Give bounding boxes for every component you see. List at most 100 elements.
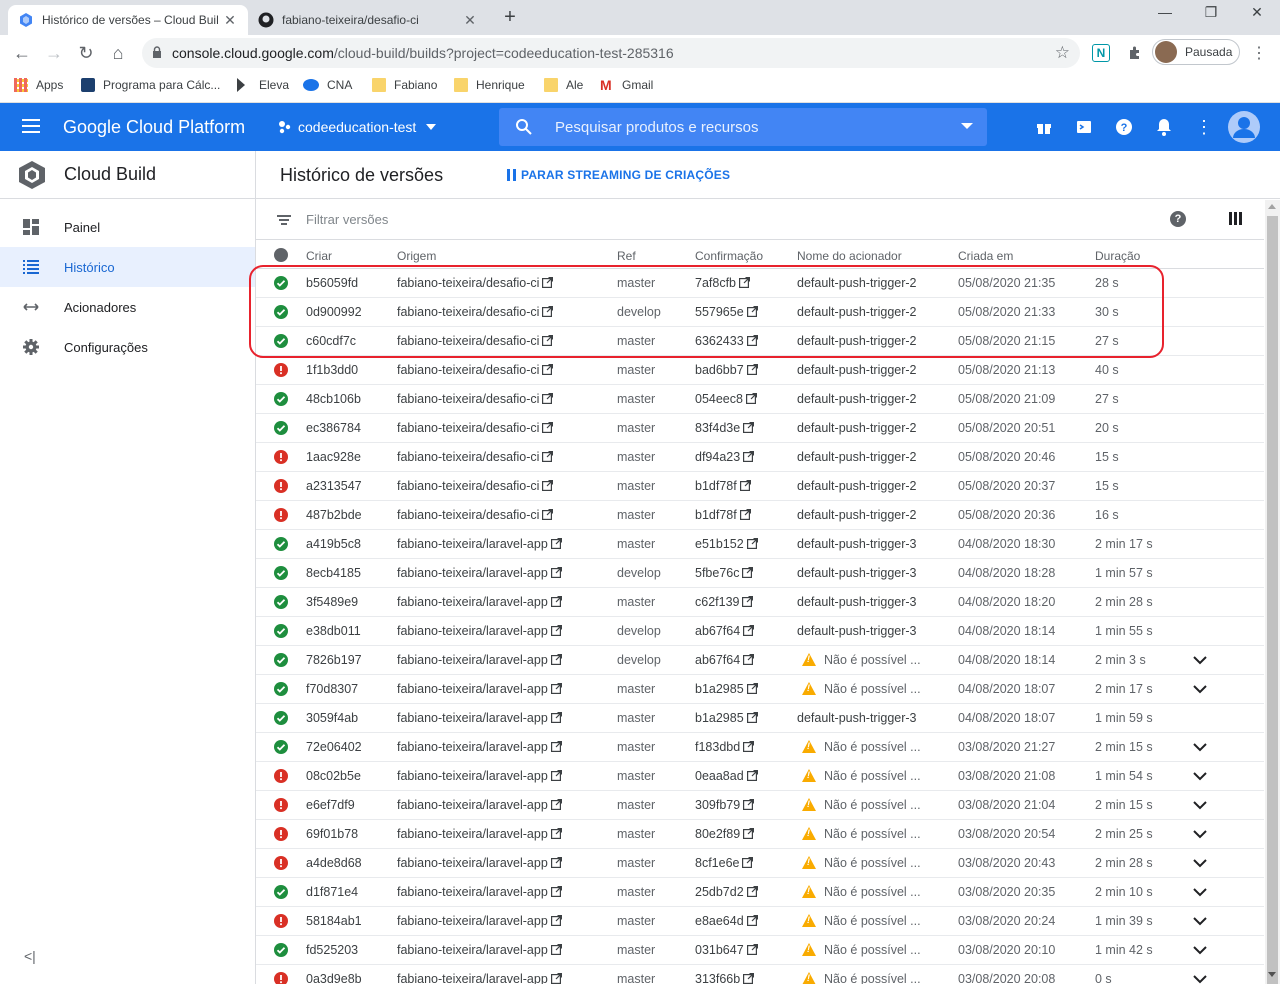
table-row[interactable]: a4de8d68 fabiano-teixeira/laravel-app mast… [256, 849, 1264, 878]
build-id-link[interactable]: 487b2bde [306, 508, 362, 522]
trigger-cell[interactable]: default-push-trigger-2 [797, 276, 917, 290]
commit-link[interactable]: 313f66b [695, 972, 755, 984]
build-id-link[interactable]: 3f5489e9 [306, 595, 358, 609]
commit-link[interactable]: e8ae64d [695, 914, 758, 928]
build-id-link[interactable]: ec386784 [306, 421, 361, 435]
col-build[interactable]: Criar [306, 249, 332, 263]
build-id-link[interactable]: 0a3d9e8b [306, 972, 362, 984]
gift-icon[interactable] [1034, 117, 1054, 137]
commit-link[interactable]: 031b647 [695, 943, 758, 957]
bookmark-star-icon[interactable]: ☆ [1055, 43, 1070, 63]
build-id-link[interactable]: 3059f4ab [306, 711, 358, 725]
trigger-cell[interactable]: default-push-trigger-2 [797, 479, 917, 493]
trigger-cell[interactable]: default-push-trigger-2 [797, 421, 917, 435]
table-row[interactable]: 7826b197 fabiano-teixeira/laravel-app deve… [256, 646, 1264, 675]
cloud-shell-icon[interactable] [1074, 117, 1094, 137]
bookmark-ale[interactable]: Ale [544, 78, 583, 92]
hamburger-menu-icon[interactable] [22, 119, 40, 133]
trigger-cell[interactable]: default-push-trigger-2 [797, 363, 917, 377]
commit-link[interactable]: e51b152 [695, 537, 758, 551]
build-id-link[interactable]: fd525203 [306, 943, 358, 957]
source-link[interactable]: fabiano-teixeira/desafio-ci [397, 421, 554, 435]
source-link[interactable]: fabiano-teixeira/laravel-app [397, 682, 562, 696]
build-id-link[interactable]: 69f01b78 [306, 827, 358, 841]
bookmark-eleva[interactable]: Eleva [237, 78, 289, 92]
trigger-cell[interactable]: default-push-trigger-2 [797, 334, 917, 348]
reload-icon[interactable]: ↻ [74, 41, 98, 65]
commit-link[interactable]: 7af8cfb [695, 276, 751, 290]
commit-link[interactable]: 5fbe76c [695, 566, 754, 580]
table-row[interactable]: 72e06402 fabiano-teixeira/laravel-app mast… [256, 733, 1264, 762]
table-row[interactable]: fd525203 fabiano-teixeira/laravel-app mast… [256, 936, 1264, 965]
build-id-link[interactable]: 1aac928e [306, 450, 361, 464]
profile-button[interactable]: Pausada [1152, 39, 1240, 65]
chevron-down-icon[interactable] [1192, 768, 1208, 784]
col-duration[interactable]: Duração [1095, 249, 1140, 263]
commit-link[interactable]: c62f139 [695, 595, 754, 609]
commit-link[interactable]: df94a23 [695, 450, 755, 464]
chevron-down-icon[interactable] [1192, 913, 1208, 929]
build-id-link[interactable]: 48cb106b [306, 392, 361, 406]
bookmark-programa[interactable]: Programa para Cálc... [81, 78, 220, 92]
col-commit[interactable]: Confirmação [695, 249, 763, 263]
trigger-cell[interactable]: default-push-trigger-2 [797, 305, 917, 319]
table-row[interactable]: e38db011 fabiano-teixeira/laravel-app deve… [256, 617, 1264, 646]
source-link[interactable]: fabiano-teixeira/laravel-app [397, 711, 562, 725]
commit-link[interactable]: 309fb79 [695, 798, 755, 812]
source-link[interactable]: fabiano-teixeira/laravel-app [397, 740, 562, 754]
search-dropdown-icon[interactable] [961, 123, 973, 129]
project-selector[interactable]: codeeducation-test [278, 119, 437, 135]
scrollbar-thumb[interactable] [1267, 216, 1278, 984]
table-row[interactable]: c60cdf7c fabiano-teixeira/desafio-ci maste… [256, 327, 1264, 356]
chevron-down-icon[interactable] [1192, 971, 1208, 984]
chevron-down-icon[interactable] [1192, 681, 1208, 697]
commit-link[interactable]: 6362433 [695, 334, 758, 348]
extension-n-icon[interactable]: N [1092, 44, 1110, 62]
table-row[interactable]: a419b5c8 fabiano-teixeira/laravel-app mast… [256, 530, 1264, 559]
commit-link[interactable]: ab67f64 [695, 653, 755, 667]
table-row[interactable]: 1aac928e fabiano-teixeira/desafio-ci maste… [256, 443, 1264, 472]
table-row[interactable]: 3f5489e9 fabiano-teixeira/laravel-app mast… [256, 588, 1264, 617]
bookmark-cna[interactable]: CNA [303, 78, 352, 92]
commit-link[interactable]: 0eaa8ad [695, 769, 758, 783]
column-display-icon[interactable] [1229, 212, 1242, 225]
trigger-cell[interactable]: default-push-trigger-3 [797, 711, 917, 725]
build-id-link[interactable]: f70d8307 [306, 682, 358, 696]
commit-link[interactable]: b1df78f [695, 508, 751, 522]
commit-link[interactable]: 054eec8 [695, 392, 757, 406]
build-id-link[interactable]: 08c02b5e [306, 769, 361, 783]
source-link[interactable]: fabiano-teixeira/laravel-app [397, 885, 562, 899]
source-link[interactable]: fabiano-teixeira/laravel-app [397, 595, 562, 609]
build-id-link[interactable]: a2313547 [306, 479, 362, 493]
build-id-link[interactable]: b56059fd [306, 276, 358, 290]
build-id-link[interactable]: 1f1b3dd0 [306, 363, 358, 377]
help-icon[interactable]: ? [1170, 211, 1186, 227]
close-window-icon[interactable]: ✕ [1242, 4, 1272, 21]
browser-tab-cloud-build[interactable]: Histórico de versões – Cloud Buil ✕ [8, 5, 248, 35]
trigger-cell[interactable]: default-push-trigger-2 [797, 392, 917, 406]
notifications-bell-icon[interactable] [1154, 117, 1174, 137]
col-source[interactable]: Origem [397, 249, 436, 263]
source-link[interactable]: fabiano-teixeira/laravel-app [397, 856, 562, 870]
commit-link[interactable]: b1df78f [695, 479, 751, 493]
new-tab-button[interactable]: + [498, 6, 522, 29]
commit-link[interactable]: 80e2f89 [695, 827, 755, 841]
build-id-link[interactable]: 7826b197 [306, 653, 362, 667]
col-ref[interactable]: Ref [617, 249, 636, 263]
commit-link[interactable]: bad6bb7 [695, 363, 758, 377]
close-tab-icon[interactable]: ✕ [462, 12, 478, 29]
trigger-cell[interactable]: default-push-trigger-3 [797, 595, 917, 609]
source-link[interactable]: fabiano-teixeira/laravel-app [397, 653, 562, 667]
bookmark-gmail[interactable]: M Gmail [600, 78, 653, 92]
build-id-link[interactable]: e6ef7df9 [306, 798, 355, 812]
restore-icon[interactable]: ❐ [1196, 4, 1226, 21]
sidebar-item-painel[interactable]: Painel [0, 207, 255, 247]
table-row[interactable]: ec386784 fabiano-teixeira/desafio-ci maste… [256, 414, 1264, 443]
back-icon[interactable]: ← [10, 41, 34, 65]
browser-tab-github[interactable]: fabiano-teixeira/desafio-ci ✕ [248, 5, 488, 35]
commit-link[interactable]: 557965e [695, 305, 758, 319]
build-id-link[interactable]: a4de8d68 [306, 856, 362, 870]
table-row[interactable]: 0d900992 fabiano-teixeira/desafio-ci devel… [256, 298, 1264, 327]
scrollbar[interactable] [1265, 200, 1280, 984]
trigger-cell[interactable]: default-push-trigger-2 [797, 508, 917, 522]
